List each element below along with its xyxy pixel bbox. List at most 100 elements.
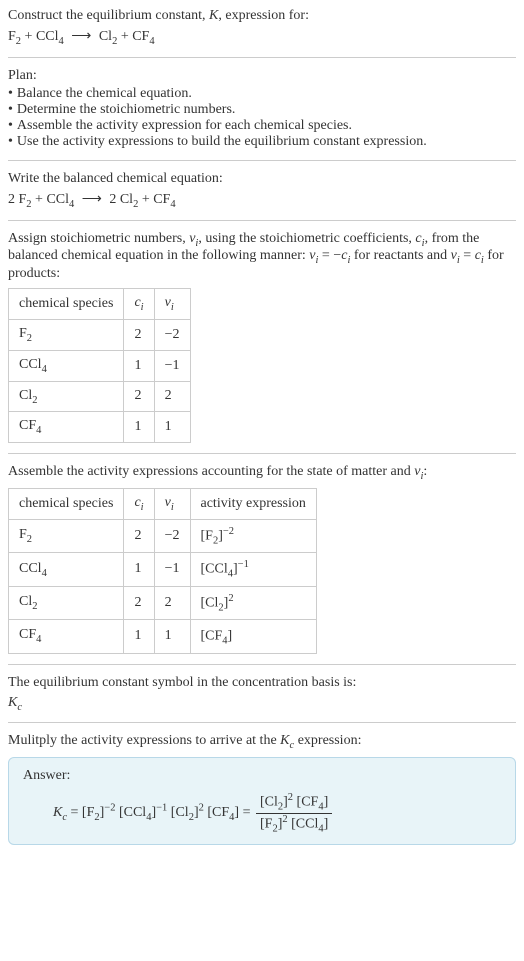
term: [F	[82, 805, 94, 820]
plan-item: •Use the activity expressions to build t…	[8, 134, 516, 150]
intro-K: K	[209, 8, 218, 23]
cell-sub: 4	[36, 634, 41, 645]
bullet-icon: •	[8, 118, 13, 134]
eq-part: + CCl	[21, 29, 58, 44]
text-part: = −	[318, 248, 341, 263]
plan-item-text: Determine the stoichiometric numbers.	[17, 102, 236, 118]
term: ]	[324, 795, 329, 810]
cell-text: ]	[228, 629, 233, 644]
cell-text: F	[19, 326, 27, 341]
text-part: , using the stoichiometric coefficients,	[198, 231, 415, 246]
term-sup: −1	[156, 803, 167, 814]
table-cell: 1	[124, 350, 154, 381]
table-header: νi	[154, 488, 190, 519]
plan-item-text: Balance the chemical equation.	[17, 86, 192, 102]
table-row: F2 2 −2	[9, 319, 191, 350]
header-sub: i	[171, 502, 174, 513]
divider	[8, 722, 516, 723]
cell-text: Cl	[19, 594, 32, 609]
cell-text: CF	[19, 627, 36, 642]
cell-sub: 4	[42, 364, 47, 375]
stoich-section: Assign stoichiometric numbers, νi, using…	[8, 231, 516, 444]
text-part: for reactants and	[350, 248, 450, 263]
bullet-icon: •	[8, 86, 13, 102]
table-cell: 2	[124, 586, 154, 619]
kc-K: K	[280, 733, 289, 748]
cell-sub: 2	[32, 601, 37, 612]
plan-item: •Determine the stoichiometric numbers.	[8, 102, 516, 118]
table-row: CCl4 1 −1 [CCl4]−1	[9, 553, 317, 586]
activity-table: chemical species ci νi activity expressi…	[8, 488, 317, 654]
cell-sub: 4	[42, 567, 47, 578]
header-sub: i	[141, 302, 144, 313]
table-cell: 1	[124, 412, 154, 443]
table-cell: −1	[154, 350, 190, 381]
table-cell: F2	[9, 519, 124, 552]
header-text: activity expression	[201, 496, 306, 511]
intro-section: Construct the equilibrium constant, K, e…	[8, 8, 516, 47]
table-cell: 1	[154, 412, 190, 443]
table-row: F2 2 −2 [F2]−2	[9, 519, 317, 552]
eq-sub: 4	[149, 36, 154, 47]
kc-symbol: Kc	[8, 695, 516, 713]
cell-sub: 4	[36, 425, 41, 436]
cell-sub: 2	[32, 394, 37, 405]
eq-part: + CF	[138, 192, 170, 207]
kc-expression: Kc = [F2]−2 [CCl4]−1 [Cl2]2 [CF4] = [Cl2…	[23, 792, 501, 834]
divider	[8, 664, 516, 665]
intro-text-part: Construct the equilibrium constant,	[8, 8, 209, 23]
table-row: CF4 1 1 [CF4]	[9, 620, 317, 653]
balanced-section: Write the balanced chemical equation: 2 …	[8, 171, 516, 210]
term: ]	[324, 816, 329, 831]
term: [CCl	[288, 816, 319, 831]
eq-part: 2 F	[8, 192, 26, 207]
table-cell: [F2]−2	[190, 519, 316, 552]
table-cell: F2	[9, 319, 124, 350]
intro-text-part2: , expression for:	[218, 8, 309, 23]
term: [Cl	[167, 805, 188, 820]
cell-text: CF	[19, 418, 36, 433]
table-row: CCl4 1 −1	[9, 350, 191, 381]
table-row: CF4 1 1	[9, 412, 191, 443]
table-header: chemical species	[9, 289, 124, 320]
plan-title: Plan:	[8, 68, 516, 84]
divider	[8, 57, 516, 58]
divider	[8, 220, 516, 221]
table-cell: 2	[154, 586, 190, 619]
header-text: chemical species	[19, 296, 113, 311]
kc-text: The equilibrium constant symbol in the c…	[8, 675, 516, 691]
table-cell: 2	[124, 381, 154, 412]
table-cell: 1	[124, 620, 154, 653]
table-row: Cl2 2 2	[9, 381, 191, 412]
header-sub: i	[141, 502, 144, 513]
table-cell: −2	[154, 319, 190, 350]
answer-box: Answer: Kc = [F2]−2 [CCl4]−1 [Cl2]2 [CF4…	[8, 757, 516, 845]
answer-label: Answer:	[23, 768, 501, 784]
table-header: ci	[124, 289, 154, 320]
text-part: Assign stoichiometric numbers,	[8, 231, 189, 246]
kc-symbol-section: The equilibrium constant symbol in the c…	[8, 675, 516, 713]
eq-part: + CF	[117, 29, 149, 44]
eq-sub: 4	[170, 199, 175, 210]
plan-item: •Assemble the activity expression for ea…	[8, 118, 516, 134]
eq-sub: 4	[59, 36, 64, 47]
numerator: [Cl2]2 [CF4]	[256, 792, 332, 813]
eq-arrow: ⟶	[78, 192, 105, 207]
cell-text: [CCl	[201, 562, 228, 577]
cell-text: [F	[201, 528, 213, 543]
kc-K: K	[53, 805, 62, 820]
activity-section: Assemble the activity expressions accoun…	[8, 464, 516, 653]
table-row: Cl2 2 2 [Cl2]2	[9, 586, 317, 619]
cell-sup: 2	[228, 593, 233, 604]
plan-item: •Balance the chemical equation.	[8, 86, 516, 102]
table-header: activity expression	[190, 488, 316, 519]
eq-part: 2 Cl	[109, 192, 133, 207]
plan-section: Plan: •Balance the chemical equation. •D…	[8, 68, 516, 150]
table-cell: [CCl4]−1	[190, 553, 316, 586]
kc-sub: c	[17, 701, 22, 712]
table-cell: CF4	[9, 412, 124, 443]
divider	[8, 160, 516, 161]
eq-arrow: ⟶	[68, 29, 95, 44]
text-part: Assemble the activity expressions accoun…	[8, 464, 414, 479]
text-part: Mulitply the activity expressions to arr…	[8, 733, 280, 748]
